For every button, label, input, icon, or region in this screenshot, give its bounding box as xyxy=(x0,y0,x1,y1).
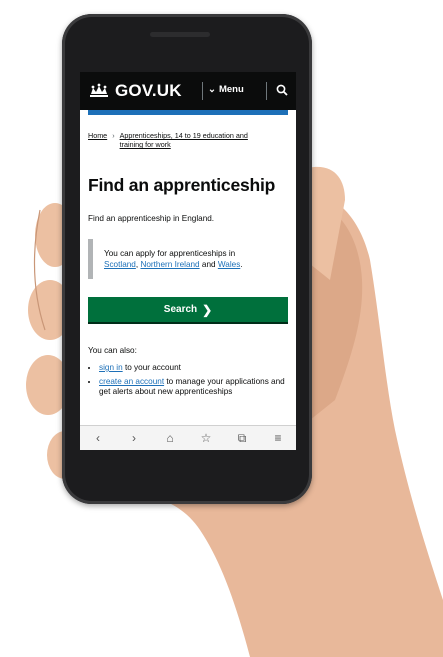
breadcrumb-separator-icon: › xyxy=(112,131,115,140)
create-account-link[interactable]: create an account xyxy=(99,377,164,386)
sign-in-link[interactable]: sign in xyxy=(99,363,123,372)
breadcrumb-current-link[interactable]: Apprenticeships, 14 to 19 education and … xyxy=(120,131,248,149)
back-icon[interactable]: ‹ xyxy=(89,431,107,445)
northern-ireland-link[interactable]: Northern Ireland xyxy=(140,260,199,269)
also-label: You can also: xyxy=(88,346,137,355)
forward-icon[interactable]: › xyxy=(125,431,143,445)
breadcrumb: Home › Apprenticeships, 14 to 19 educati… xyxy=(88,131,288,149)
chevron-right-icon: ❯ xyxy=(202,302,213,317)
search-button[interactable]: Search ❯ xyxy=(88,297,288,322)
menu-icon[interactable]: ≡ xyxy=(269,431,287,445)
tabs-icon[interactable]: ⧉ xyxy=(233,431,251,446)
inset-and: and xyxy=(201,260,216,269)
inset-text: You can apply for apprenticeships in Sco… xyxy=(88,239,288,279)
menu-label: Menu xyxy=(218,84,244,95)
govuk-header: GOV.UK ⌄ Menu xyxy=(80,72,296,110)
breadcrumb-home-link[interactable]: Home xyxy=(88,131,107,140)
search-icon[interactable] xyxy=(276,84,288,96)
home-icon[interactable]: ⌂ xyxy=(161,431,179,445)
phone-speaker xyxy=(150,32,210,37)
header-divider xyxy=(266,82,267,100)
list-item: sign in to your account xyxy=(99,363,288,373)
breadcrumb-current-line2: training for work xyxy=(119,140,171,149)
sign-in-rest: to your account xyxy=(124,363,181,372)
search-button-label: Search xyxy=(163,304,198,315)
list-item: create an account to manage your applica… xyxy=(99,377,288,397)
page-title: Find an apprenticeship xyxy=(88,175,276,195)
breadcrumb-current-line1: Apprenticeships, 14 to 19 education and xyxy=(119,131,248,140)
menu-button[interactable]: ⌄ Menu xyxy=(208,84,244,95)
header-accent-bar xyxy=(88,110,288,115)
main-content: Home › Apprenticeships, 14 to 19 educati… xyxy=(80,131,296,397)
chevron-down-icon: ⌄ xyxy=(208,84,216,95)
bookmark-icon[interactable]: ☆ xyxy=(197,431,215,445)
browser-toolbar: ‹ › ⌂ ☆ ⧉ ≡ xyxy=(80,425,296,450)
options-list: sign in to your account create an accoun… xyxy=(88,363,288,397)
inset-prefix: You can apply for apprenticeships in xyxy=(104,249,236,258)
crown-icon xyxy=(90,83,108,97)
page-lede: Find an apprenticeship in England. xyxy=(88,214,215,223)
govuk-logo[interactable]: GOV.UK xyxy=(115,81,182,101)
header-divider xyxy=(202,82,203,100)
wales-link[interactable]: Wales xyxy=(218,260,240,269)
phone-screen: GOV.UK ⌄ Menu Home › Apprenticeships, 14… xyxy=(80,72,296,450)
scotland-link[interactable]: Scotland xyxy=(104,260,136,269)
